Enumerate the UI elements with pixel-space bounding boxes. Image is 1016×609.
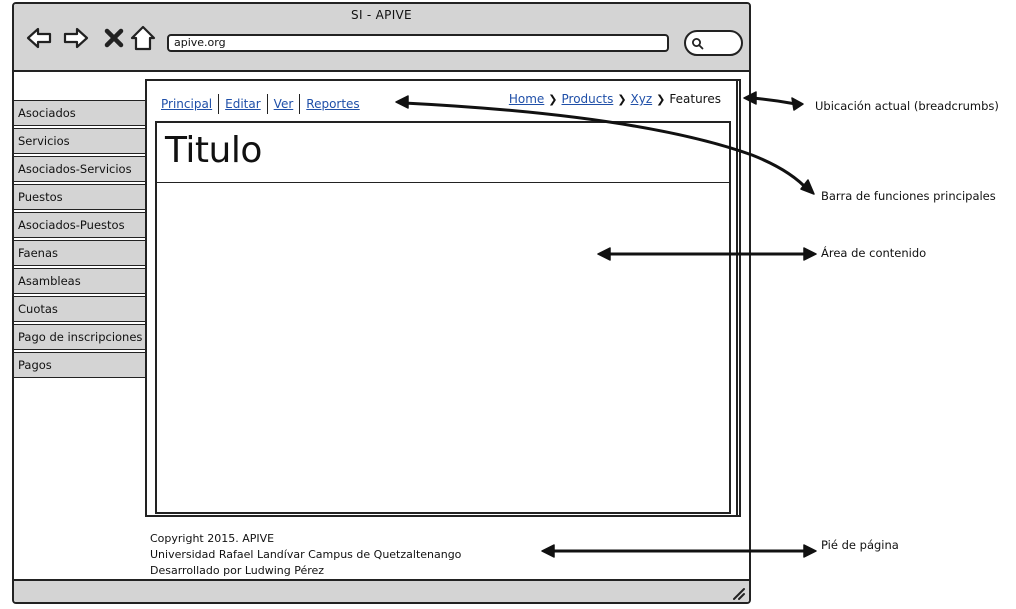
divider xyxy=(155,182,731,183)
breadcrumb-home[interactable]: Home xyxy=(509,92,544,106)
arrowhead xyxy=(791,97,804,111)
sidebar-item-pago-de-inscripciones[interactable]: Pago de inscripciones xyxy=(14,324,146,350)
chevron-right-icon: ❯ xyxy=(548,92,558,106)
browser-window: SI - APIVE apive.org Asociados Servicios… xyxy=(12,2,751,604)
title-bar: SI - APIVE apive.org xyxy=(14,4,749,72)
url-field[interactable]: apive.org xyxy=(167,34,669,52)
arrow-breadcrumbs xyxy=(750,96,798,106)
arrowhead xyxy=(803,247,817,261)
breadcrumb-xyz[interactable]: Xyz xyxy=(631,92,653,106)
scrollbar-rail[interactable] xyxy=(736,79,738,517)
annotation-breadcrumbs: Ubicación actual (breadcrumbs) xyxy=(815,99,999,113)
annotation-function-bar: Barra de funciones principales xyxy=(821,189,996,203)
sidebar-item-puestos[interactable]: Puestos xyxy=(14,184,146,210)
sidebar-item-cuotas[interactable]: Cuotas xyxy=(14,296,146,322)
close-icon[interactable] xyxy=(100,24,128,52)
content-area xyxy=(155,121,731,514)
arrowhead xyxy=(803,544,817,558)
sidebar-item-asociados[interactable]: Asociados xyxy=(14,100,146,126)
annotation-footer: Pié de página xyxy=(821,538,899,552)
sidebar-item-servicios[interactable]: Servicios xyxy=(14,128,146,154)
footer-copyright: Copyright 2015. APIVE xyxy=(150,532,275,545)
arrowhead xyxy=(800,179,815,195)
breadcrumb-products[interactable]: Products xyxy=(562,92,614,106)
func-link-editar[interactable]: Editar xyxy=(219,97,267,111)
sidebar-item-asambleas[interactable]: Asambleas xyxy=(14,268,146,294)
arrow-right-icon[interactable] xyxy=(62,24,90,52)
footer: Copyright 2015. APIVE Universidad Rafael… xyxy=(150,531,461,579)
func-link-reportes[interactable]: Reportes xyxy=(300,97,365,111)
window-title: SI - APIVE xyxy=(351,8,412,22)
breadcrumb: Home ❯ Products ❯ Xyz ❯ Features xyxy=(509,92,721,106)
sidebar-item-faenas[interactable]: Faenas xyxy=(14,240,146,266)
status-bar xyxy=(14,579,749,602)
page-title: Titulo xyxy=(165,130,262,171)
footer-university: Universidad Rafael Landívar Campus de Qu… xyxy=(150,548,462,561)
chevron-right-icon: ❯ xyxy=(656,92,666,106)
breadcrumb-current: Features xyxy=(669,92,721,106)
footer-author: Desarrollado por Ludwing Pérez xyxy=(150,564,325,577)
home-icon[interactable] xyxy=(129,24,157,52)
sidebar-menu: Asociados Servicios Asociados-Servicios … xyxy=(14,100,146,380)
resize-grip-icon[interactable] xyxy=(729,584,745,600)
sidebar-item-asociados-servicios[interactable]: Asociados-Servicios xyxy=(14,156,146,182)
arrow-left-icon[interactable] xyxy=(25,24,53,52)
func-link-ver[interactable]: Ver xyxy=(268,97,300,111)
chevron-right-icon: ❯ xyxy=(617,92,627,106)
sidebar-item-asociados-puestos[interactable]: Asociados-Puestos xyxy=(14,212,146,238)
func-link-principal[interactable]: Principal xyxy=(155,97,218,111)
annotation-content-area: Área de contenido xyxy=(821,246,927,260)
function-bar: Principal Editar Ver Reportes xyxy=(155,93,366,115)
sidebar-item-pagos[interactable]: Pagos xyxy=(14,352,146,378)
search-icon xyxy=(692,38,704,50)
search-button[interactable] xyxy=(684,30,743,56)
